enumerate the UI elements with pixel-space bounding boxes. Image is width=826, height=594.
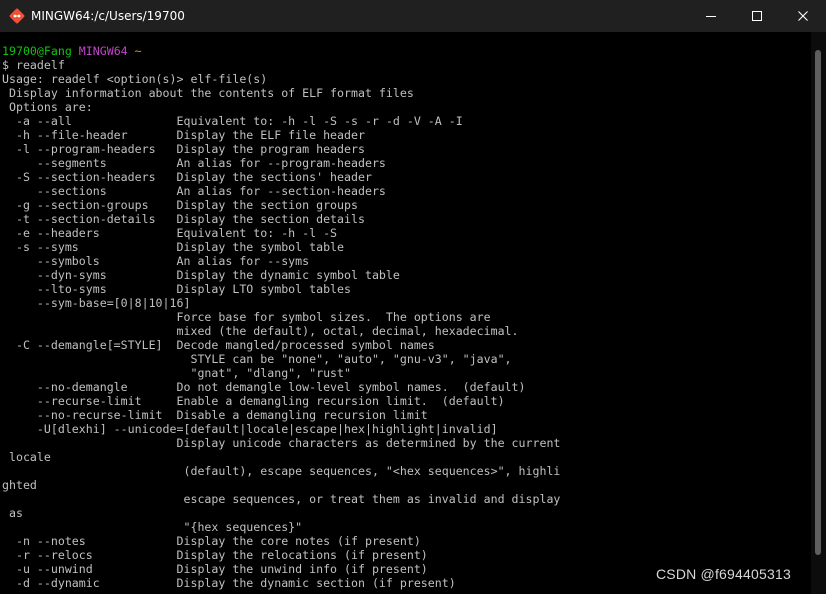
close-icon <box>798 11 808 21</box>
output-line: --sym-base=[0|8|10|16] <box>2 296 191 310</box>
output-line: as <box>2 506 23 520</box>
command-output: Usage: readelf <option(s)> elf-file(s) D… <box>2 72 560 590</box>
output-line: mixed (the default), octal, decimal, hex… <box>2 324 519 338</box>
title-bar[interactable]: MINGW64:/c/Users/19700 <box>0 0 826 32</box>
output-line: -l --program-headers Display the program… <box>2 142 365 156</box>
terminal-window: MINGW64:/c/Users/19700 19700@Fang MINGW6… <box>0 0 826 594</box>
output-line: --sections An alias for --section-header… <box>2 184 386 198</box>
output-line: --no-demangle Do not demangle low-level … <box>2 380 526 394</box>
output-line: escape sequences, or treat them as inval… <box>2 492 561 506</box>
maximize-button[interactable] <box>734 0 780 32</box>
prompt-line: 19700@Fang MINGW64 ~ <box>2 44 560 58</box>
watermark: CSDN @f694405313 <box>656 566 791 582</box>
maximize-icon <box>752 11 762 21</box>
output-line: -u --unwind Display the unwind info (if … <box>2 562 428 576</box>
output-line: Usage: readelf <option(s)> elf-file(s) <box>2 72 268 86</box>
output-line: "{hex sequences}" <box>2 520 303 534</box>
terminal-text: 19700@Fang MINGW64 ~ $ readelf Usage: re… <box>2 44 560 590</box>
output-line: STYLE can be "none", "auto", "gnu-v3", "… <box>2 352 512 366</box>
command-line: $ readelf <box>2 58 65 72</box>
terminal-output-area[interactable]: 19700@Fang MINGW64 ~ $ readelf Usage: re… <box>0 32 811 594</box>
output-line: -n --notes Display the core notes (if pr… <box>2 534 421 548</box>
output-line: -s --syms Display the symbol table <box>2 240 345 254</box>
output-line: --dyn-syms Display the dynamic symbol ta… <box>2 268 400 282</box>
output-line: -e --headers Equivalent to: -h -l -S <box>2 226 338 240</box>
output-line: -h --file-header Display the ELF file he… <box>2 128 365 142</box>
scrollbar-thumb[interactable] <box>815 50 821 555</box>
output-line: -S --section-headers Display the section… <box>2 170 372 184</box>
close-button[interactable] <box>780 0 826 32</box>
output-line: "gnat", "dlang", "rust" <box>2 366 352 380</box>
output-line: --lto-syms Display LTO symbol tables <box>2 282 352 296</box>
output-line: -r --relocs Display the relocations (if … <box>2 548 428 562</box>
prompt-path: ~ <box>134 44 142 58</box>
output-line: -C --demangle[=STYLE] Decode mangled/pro… <box>2 338 435 352</box>
output-line: Display information about the contents o… <box>2 86 414 100</box>
git-bash-icon <box>9 8 25 24</box>
output-line: --segments An alias for --program-header… <box>2 156 386 170</box>
output-line: Options are: <box>2 100 93 114</box>
prompt-user-host: 19700@Fang <box>2 44 72 58</box>
output-line: --symbols An alias for --syms <box>2 254 310 268</box>
output-line: ghted <box>2 478 37 492</box>
output-line: Display unicode characters as determined… <box>2 436 561 450</box>
output-line: -a --all Equivalent to: -h -l -S -s -r -… <box>2 114 463 128</box>
minimize-icon <box>706 16 716 17</box>
output-line: -t --section-details Display the section… <box>2 212 365 226</box>
output-line: -g --section-groups Display the section … <box>2 198 358 212</box>
output-line: locale <box>2 450 51 464</box>
minimize-button[interactable] <box>688 0 734 32</box>
output-line: (default), escape sequences, "<hex seque… <box>2 464 561 478</box>
output-line: --no-recurse-limit Disable a demangling … <box>2 408 428 422</box>
output-line: Force base for symbol sizes. The options… <box>2 310 491 324</box>
output-line: --recurse-limit Enable a demangling recu… <box>2 394 505 408</box>
output-line: -d --dynamic Display the dynamic section… <box>2 576 456 590</box>
output-line: -U[dlexhi] --unicode=[default|locale|esc… <box>2 422 498 436</box>
window-title: MINGW64:/c/Users/19700 <box>31 9 185 23</box>
prompt-env: MINGW64 <box>78 44 128 58</box>
